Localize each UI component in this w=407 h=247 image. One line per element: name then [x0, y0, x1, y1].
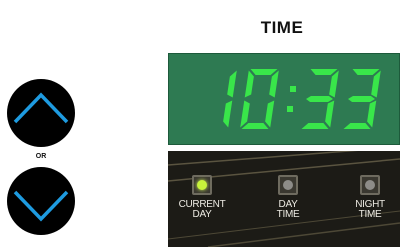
digit-segment	[301, 123, 329, 129]
digit-segment	[241, 123, 269, 129]
mode-indicator-light	[360, 175, 380, 195]
mode-indicator-light	[278, 175, 298, 195]
decrease-button[interactable]	[7, 167, 75, 235]
digit-segment	[343, 123, 371, 129]
mode-current-day[interactable]: CURRENT DAY	[172, 175, 232, 220]
time-display	[168, 53, 400, 145]
digit-segment	[310, 69, 338, 75]
mode-label-line2: TIME	[358, 209, 382, 220]
increase-button[interactable]	[7, 79, 75, 147]
mode-selector-panel: CURRENT DAY DAY TIME NIGHT TIME	[168, 151, 400, 247]
digit-segment	[367, 100, 377, 128]
mode-label-line2: DAY	[192, 209, 212, 220]
colon-dot	[290, 86, 296, 92]
digit-segment	[244, 70, 254, 98]
digit-segment	[250, 69, 278, 75]
mode-indicator-light	[192, 175, 212, 195]
chevron-down-icon	[13, 190, 69, 222]
digit-segment	[325, 100, 335, 128]
digit-segment	[265, 100, 275, 128]
mode-day-time[interactable]: DAY TIME	[258, 175, 318, 220]
digit-segment	[352, 69, 380, 75]
digit-segment	[223, 100, 233, 128]
digit-segment	[348, 96, 375, 102]
mode-night-time[interactable]: NIGHT TIME	[340, 175, 400, 220]
or-label: OR	[35, 153, 47, 160]
colon-dot	[287, 106, 293, 112]
digit-segment	[306, 96, 333, 102]
digit-segment	[227, 70, 237, 98]
time-readout	[223, 69, 381, 129]
chevron-up-icon	[13, 92, 69, 124]
mode-label-line2: TIME	[276, 209, 300, 220]
page-title: TIME	[260, 18, 304, 37]
